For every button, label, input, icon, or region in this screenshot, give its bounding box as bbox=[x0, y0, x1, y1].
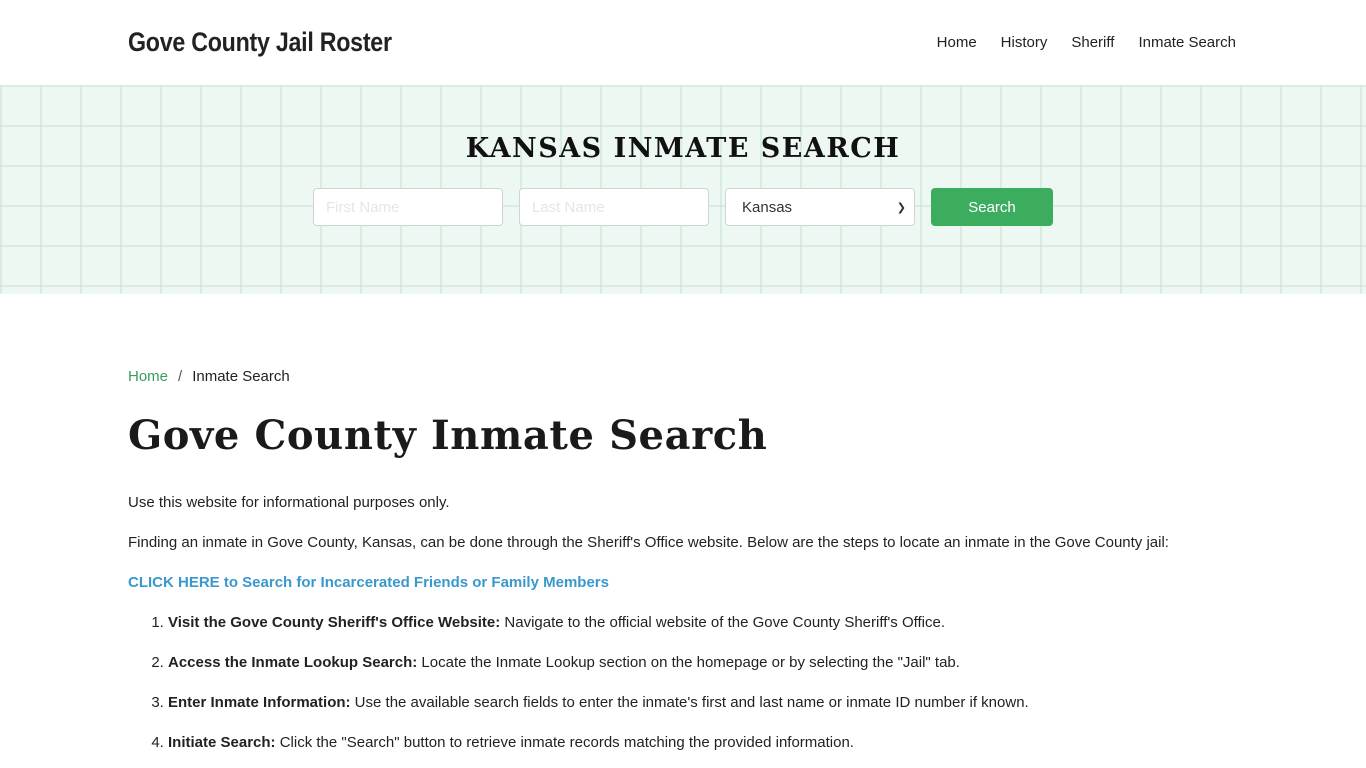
breadcrumb: Home / Inmate Search bbox=[128, 368, 1238, 385]
nav-history[interactable]: History bbox=[989, 34, 1060, 51]
state-select-value: Kansas bbox=[742, 198, 793, 216]
step-title: Access the Inmate Lookup Search: bbox=[168, 654, 418, 671]
nav-inmate-search[interactable]: Inmate Search bbox=[1126, 34, 1248, 51]
main-nav: Home History Sheriff Inmate Search bbox=[925, 34, 1248, 51]
search-form: Kansas ❯ Search bbox=[0, 188, 1366, 226]
search-button[interactable]: Search bbox=[931, 188, 1053, 226]
steps-list: Visit the Gove County Sheriff's Office W… bbox=[168, 613, 1238, 753]
main-content: Home / Inmate Search Gove County Inmate … bbox=[0, 294, 1366, 753]
list-item: Access the Inmate Lookup Search: Locate … bbox=[168, 653, 1238, 673]
first-name-input[interactable] bbox=[313, 188, 503, 226]
step-text: Click the "Search" button to retrieve in… bbox=[275, 734, 854, 751]
step-title: Enter Inmate Information: bbox=[168, 694, 351, 711]
nav-sheriff[interactable]: Sheriff bbox=[1059, 34, 1126, 51]
cta-paragraph: CLICK HERE to Search for Incarcerated Fr… bbox=[128, 573, 1238, 593]
intro-text: Use this website for informational purpo… bbox=[128, 494, 450, 511]
site-brand-link[interactable]: Gove County Jail Roster bbox=[128, 27, 392, 58]
step-text: Navigate to the official website of the … bbox=[500, 614, 946, 631]
state-select[interactable]: Kansas ❯ bbox=[725, 188, 915, 226]
step-text: Use the available search fields to enter… bbox=[350, 694, 1029, 711]
navbar: Gove County Jail Roster Home History She… bbox=[0, 0, 1366, 85]
step-title: Initiate Search: bbox=[168, 734, 276, 751]
chevron-down-icon: ❯ bbox=[896, 201, 906, 214]
page-title: Gove County Inmate Search bbox=[128, 412, 768, 459]
step-text: Locate the Inmate Lookup section on the … bbox=[417, 654, 960, 671]
list-item: Visit the Gove County Sheriff's Office W… bbox=[168, 613, 1238, 633]
list-item: Enter Inmate Information: Use the availa… bbox=[168, 693, 1238, 713]
hero-search-section: KANSAS INMATE SEARCH Kansas ❯ Search bbox=[0, 85, 1366, 294]
nav-home[interactable]: Home bbox=[925, 34, 989, 51]
hero-title: KANSAS INMATE SEARCH bbox=[465, 133, 901, 164]
description-text: Finding an inmate in Gove County, Kansas… bbox=[128, 534, 1169, 551]
step-title: Visit the Gove County Sheriff's Office W… bbox=[168, 614, 501, 631]
last-name-input[interactable] bbox=[519, 188, 709, 226]
breadcrumb-home-link[interactable]: Home bbox=[128, 368, 168, 385]
list-item: Initiate Search: Click the "Search" butt… bbox=[168, 733, 1238, 753]
breadcrumb-separator: / bbox=[178, 368, 183, 385]
breadcrumb-current: Inmate Search bbox=[192, 368, 290, 385]
cta-search-link[interactable]: CLICK HERE to Search for Incarcerated Fr… bbox=[128, 574, 609, 591]
